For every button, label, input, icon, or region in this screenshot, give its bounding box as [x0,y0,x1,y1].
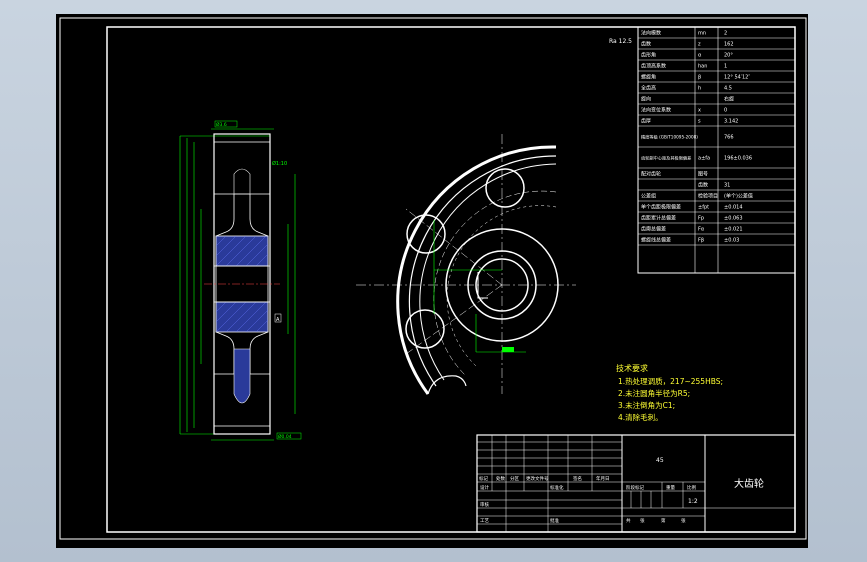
params-cell-symbol: 检验项目 [698,193,718,200]
tb-label-1: 重量 [666,484,675,491]
material: 45 [656,457,664,464]
params-cell-symbol: Fp [698,216,704,222]
params-cell-value: 31 [724,183,730,189]
section-view: Ø3.6 Ø0.04 Ø1:10 A [179,120,302,441]
inner-frame [106,26,796,533]
tb-header-1: 处数 [496,475,505,482]
tb-label-5: 第 [661,517,666,524]
tb-row-1: 标准化 [550,484,564,491]
drawing-canvas[interactable]: Ra 12.5 法向模数 mn 2 齿数 z 162 齿形角 α 20° 齿顶高系数 han 1 螺旋角… [56,14,808,548]
top-dim-tag: Ø3.6 [216,121,227,128]
small-tag: A [276,317,280,323]
tech-title: 技术要求 [616,363,648,373]
tb-header-2: 分区 [510,475,519,482]
params-cell-symbol: 图号 [698,172,708,178]
tb-header-4: 签名 [573,475,582,482]
params-cell-value: 右旋 [724,96,734,103]
part-name: 大齿轮 [734,477,764,490]
params-cell-symbol: x [698,108,701,114]
params-cell-symbol: a±fa [698,156,710,162]
tech-item-3: 3.未注倒角为C1; [618,400,675,410]
tb-header-5: 年月日 [596,475,610,482]
params-cell-symbol: Fβ [698,238,704,244]
params-cell-name: 齿轮副中心距及其极限偏差 [641,155,691,162]
params-cell-value: 162 [724,42,734,48]
params-cell-name: 螺旋角 [641,74,656,81]
tb-label-0: 阶段标记 [626,484,644,491]
tech-item-4: 4.清除毛刺。 [618,412,663,422]
cad-viewport[interactable]: Ra 12.5 法向模数 mn 2 齿数 z 162 齿形角 α 20° 齿顶高系数 han 1 螺旋角… [56,14,808,548]
params-cell-value: ±0.021 [724,227,743,233]
scale-value: 1:2 [688,498,698,505]
outer-frame [59,17,807,540]
params-cell-name: 公差组 [641,193,656,200]
params-cell-value: 766 [724,135,734,141]
tb-row-0: 设计 [480,484,489,491]
params-cell-value: 4.5 [724,86,732,92]
params-cell-symbol: s [698,119,701,125]
bottom-dim-tag: Ø0.04 [278,433,292,440]
params-cell-name: 齿厚 [641,119,651,125]
params-cell-name: 齿形角 [641,52,656,59]
params-cell-symbol: h [698,86,701,92]
params-cell-value: ±0.063 [724,216,743,222]
tb-label-2: 比例 [687,484,696,491]
params-table: 法向模数 mn 2 齿数 z 162 齿形角 α 20° 齿顶高系数 han 1 螺旋角 β 12° 54′… [637,26,796,274]
tech-requirements: 技术要求 1.热处理调质，217~255HBS; 2.未注圆角半径为R5; 3.… [616,363,723,422]
params-cell-symbol: Fα [698,227,705,233]
params-cell-name: 螺旋线总偏差 [641,237,671,244]
params-cell-name: 齿数 [641,41,651,48]
tb-label-4: 张 [640,517,645,524]
params-cell-symbol: han [698,64,707,70]
tb-label-6: 张 [681,517,686,524]
params-cell-name: 配对齿轮 [641,171,661,178]
params-cell-value: 1 [724,64,727,70]
right-tag: Ø1:10 [272,160,287,167]
params-cell-value: ±0.03 [724,238,739,244]
params-cell-symbol: 齿数 [698,182,708,189]
roughness-mark: Ra 12.5 [609,38,632,45]
params-cell-value: ±0.014 [724,205,743,211]
params-cell-value: 12° 54′12″ [724,75,750,81]
front-view [356,134,576,395]
params-cell-value: 3.142 [724,119,738,125]
params-cell-name: 法向模数 [641,30,661,37]
tech-item-1: 1.热处理调质，217~255HBS; [618,376,723,386]
params-cell-name: 精度等级 (GB/T10095-2008) [641,134,698,141]
tb-row-4: 批准 [550,517,559,524]
tb-header-0: 标记 [479,475,488,482]
params-cell-value: (单个)公差值 [724,193,753,200]
tb-label-3: 共 [626,517,631,524]
tb-row-3: 工艺 [480,518,489,524]
tb-row-2: 审核 [480,501,489,508]
params-cell-name: 齿顶高系数 [641,63,666,70]
params-cell-value: 0 [724,108,727,114]
params-cell-symbol: ±fpt [698,205,709,211]
params-cell-name: 旋向 [641,96,651,103]
params-cell-name: 齿廓总偏差 [641,226,666,233]
params-cell-value: 2 [724,31,727,37]
params-cell-symbol: mn [698,31,706,37]
params-cell-name: 单个齿距极限偏差 [641,204,681,211]
params-cell-symbol: z [698,42,701,48]
params-cell-symbol: β [698,75,701,81]
params-cell-name: 全齿高 [641,85,656,92]
tech-item-2: 2.未注圆角半径为R5; [618,388,690,398]
params-cell-symbol: α [698,53,702,59]
tb-header-3: 更改文件号 [526,475,549,482]
params-cell-value: 196±0.036 [724,156,752,162]
params-cell-name: 法向变位系数 [641,107,671,114]
params-cell-name: 齿距累计总偏差 [641,215,676,222]
params-cell-value: 20° [724,53,733,59]
